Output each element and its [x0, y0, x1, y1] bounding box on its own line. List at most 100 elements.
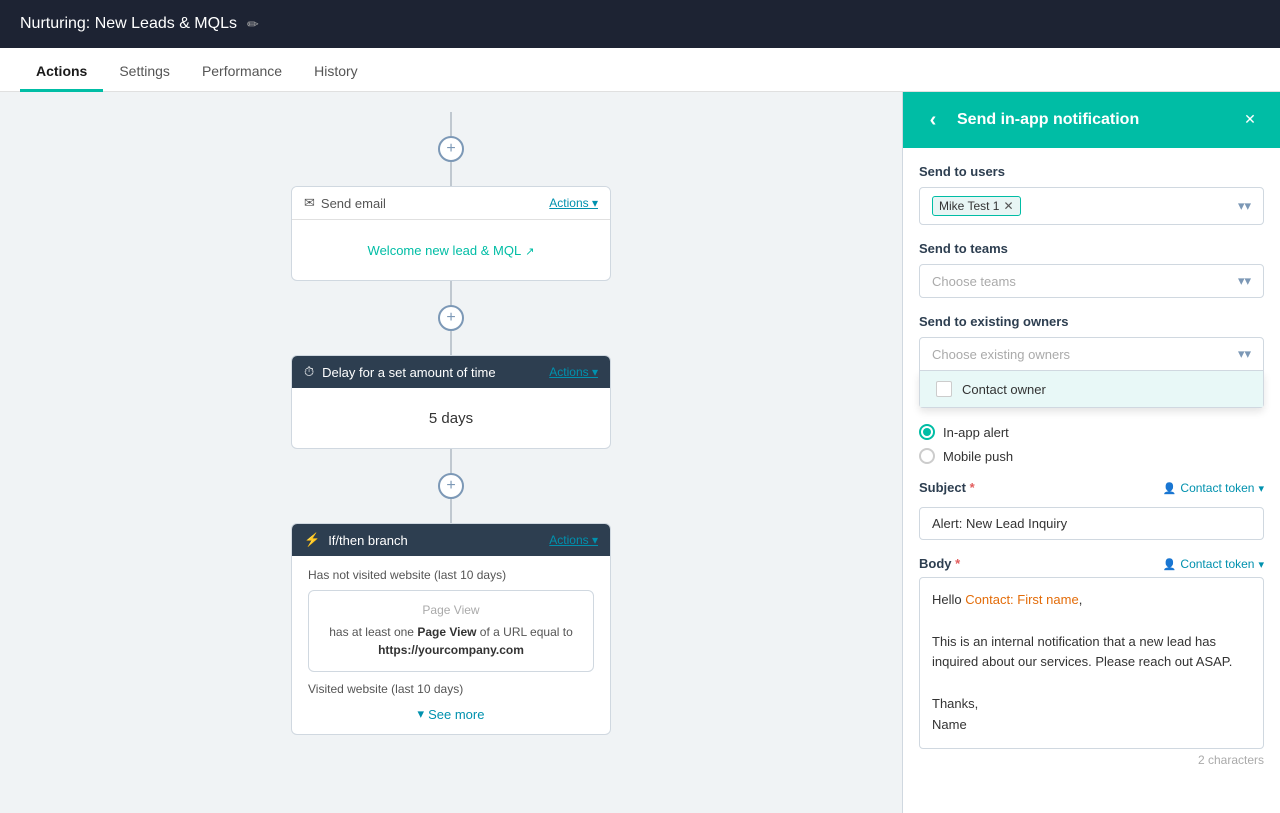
connector-line-top: [450, 112, 452, 136]
branch-sub-card-title: Page View: [321, 603, 581, 617]
char-count: 2 characters: [919, 753, 1264, 767]
subject-contact-token-link[interactable]: Contact token: [1163, 481, 1264, 495]
contact-owner-item[interactable]: Contact owner: [920, 371, 1263, 407]
send-to-teams-group: Send to teams Choose teams ▾: [919, 241, 1264, 298]
body-label: Body *: [919, 556, 960, 571]
delay-actions[interactable]: Actions ▾: [549, 365, 598, 379]
workflow-container: + Send email Actions ▾ Welcome new lead …: [171, 112, 731, 735]
teams-chevron-icon: ▾: [1238, 273, 1251, 289]
delay-card: Delay for a set amount of time Actions ▾…: [291, 355, 611, 449]
see-more-label: See more: [428, 707, 484, 722]
send-email-body: Welcome new lead & MQL: [292, 220, 610, 280]
body-textarea[interactable]: Hello Contact: First name, This is an in…: [919, 577, 1264, 749]
add-step-button-2[interactable]: +: [438, 305, 464, 331]
owners-dropdown-overlay: Choose existing owners ▾ Contact owner: [919, 337, 1264, 408]
connector-line-5: [450, 499, 452, 523]
top-bar: Nurturing: New Leads & MQLs ✏: [0, 0, 1280, 48]
delay-label: Delay for a set amount of time: [322, 365, 495, 380]
panel-title: Send in-app notification: [957, 111, 1226, 129]
body-contact-token-link[interactable]: Contact token: [1163, 557, 1264, 571]
subject-required-star: *: [970, 480, 975, 495]
send-to-users-label: Send to users: [919, 164, 1264, 179]
teams-placeholder: Choose teams: [932, 274, 1016, 289]
mobile-label: Mobile push: [943, 449, 1013, 464]
subject-header-row: Subject * Contact token: [919, 480, 1264, 495]
ifthen-header-left: If/then branch: [304, 532, 408, 548]
subject-token-icon: [1163, 481, 1177, 495]
delay-header: Delay for a set amount of time Actions ▾: [292, 356, 610, 388]
main-layout: + Send email Actions ▾ Welcome new lead …: [0, 92, 1280, 813]
inapp-radio-button[interactable]: [919, 424, 935, 440]
subject-token-chevron: [1258, 481, 1264, 495]
add-step-button-1[interactable]: +: [438, 136, 464, 162]
tab-performance[interactable]: Performance: [186, 53, 298, 92]
mobile-push-item: Mobile push: [919, 448, 1264, 464]
close-icon: [1244, 111, 1256, 129]
contact-owner-checkbox[interactable]: [936, 381, 952, 397]
subject-token-label: Contact token: [1180, 481, 1254, 495]
inapp-label: In-app alert: [943, 425, 1009, 440]
right-panel: Send in-app notification Send to users M…: [902, 92, 1280, 813]
send-email-header: Send email Actions ▾: [292, 187, 610, 220]
body-contact-token: Contact: First name: [965, 592, 1078, 607]
body-line6: Name: [932, 715, 1251, 736]
connector-line-1: [450, 162, 452, 186]
body-line5: Thanks,: [932, 694, 1251, 715]
body-token-label: Contact token: [1180, 557, 1254, 571]
back-icon: [930, 109, 937, 132]
send-email-label: Send email: [321, 196, 386, 211]
panel-close-button[interactable]: [1236, 106, 1264, 134]
delay-body: 5 days: [292, 388, 610, 448]
ifthen-card: If/then branch Actions ▾ Has not visited…: [291, 523, 611, 735]
notification-type-group: In-app alert Mobile push: [919, 424, 1264, 464]
send-to-teams-label: Send to teams: [919, 241, 1264, 256]
mike-test-label: Mike Test 1: [939, 199, 999, 213]
connector-line-2: [450, 281, 452, 305]
subject-group: Subject * Contact token: [919, 480, 1264, 540]
chevron-small-icon: ▾: [418, 706, 425, 722]
owners-placeholder: Choose existing owners: [932, 347, 1070, 362]
send-to-teams-select[interactable]: Choose teams ▾: [919, 264, 1264, 298]
subject-input[interactable]: [919, 507, 1264, 540]
contact-owner-label: Contact owner: [962, 382, 1046, 397]
body-comma: ,: [1079, 592, 1083, 607]
edit-icon[interactable]: ✏: [247, 16, 259, 33]
send-email-actions[interactable]: Actions ▾: [549, 196, 598, 210]
branch-sub-card-text: has at least one Page View of a URL equa…: [321, 623, 581, 659]
send-to-owners-group: Send to existing owners Choose existing …: [919, 314, 1264, 408]
body-token-icon: [1163, 557, 1177, 571]
body-token-chevron: [1258, 557, 1264, 571]
owners-dropdown-menu: Contact owner: [919, 371, 1264, 408]
users-chevron-icon: ▾: [1238, 198, 1251, 214]
body-line3: This is an internal notification that a …: [932, 632, 1251, 674]
tab-actions[interactable]: Actions: [20, 53, 103, 92]
panel-header: Send in-app notification: [903, 92, 1280, 148]
branch-icon: [304, 532, 320, 548]
remove-mike-tag-icon[interactable]: ✕: [1003, 199, 1013, 213]
tab-history[interactable]: History: [298, 53, 374, 92]
panel-content: Send to users Mike Test 1 ✕ ▾ Send to te…: [903, 148, 1280, 813]
body-required-star: *: [955, 556, 960, 571]
clock-icon: [304, 364, 314, 380]
mobile-radio-button[interactable]: [919, 448, 935, 464]
mike-test-tag: Mike Test 1 ✕: [932, 196, 1021, 216]
send-to-owners-label: Send to existing owners: [919, 314, 1264, 329]
send-to-owners-select[interactable]: Choose existing owners ▾: [919, 337, 1264, 371]
connector-line-3: [450, 331, 452, 355]
external-link-icon: [525, 243, 534, 258]
panel-back-button[interactable]: [919, 106, 947, 134]
see-more-button[interactable]: ▾ See more: [308, 706, 594, 722]
tab-settings[interactable]: Settings: [103, 53, 186, 92]
delay-header-left: Delay for a set amount of time: [304, 364, 496, 380]
send-email-header-left: Send email: [304, 195, 386, 211]
send-to-users-select[interactable]: Mike Test 1 ✕ ▾: [919, 187, 1264, 225]
add-step-button-3[interactable]: +: [438, 473, 464, 499]
tab-bar: Actions Settings Performance History: [0, 48, 1280, 92]
inapp-alert-item: In-app alert: [919, 424, 1264, 440]
body-group: Body * Contact token Hello Contact: Firs…: [919, 556, 1264, 767]
ifthen-header: If/then branch Actions ▾: [292, 524, 610, 556]
send-to-users-group: Send to users Mike Test 1 ✕ ▾: [919, 164, 1264, 225]
ifthen-actions[interactable]: Actions ▾: [549, 533, 598, 547]
branch-label-1: Has not visited website (last 10 days): [308, 568, 594, 582]
email-link[interactable]: Welcome new lead & MQL: [368, 243, 535, 258]
